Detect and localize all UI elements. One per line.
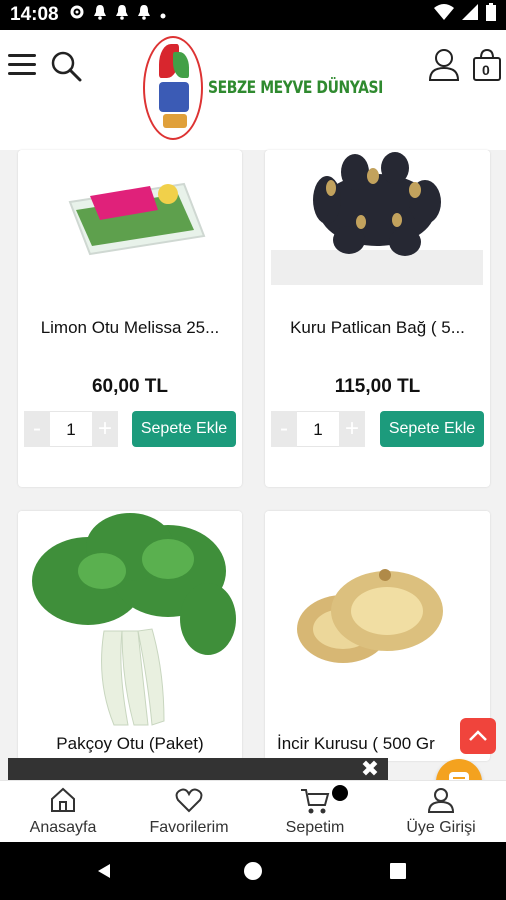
nav-item-favorites[interactable]: Favorilerim bbox=[126, 781, 252, 843]
user-icon[interactable] bbox=[428, 48, 460, 82]
product-image[interactable] bbox=[18, 511, 242, 726]
brand-name: SEBZE MEYVE DÜNYASI bbox=[208, 78, 383, 98]
product-image[interactable] bbox=[18, 150, 242, 285]
dot-icon bbox=[159, 4, 167, 26]
nav-label: Üye Girişi bbox=[406, 819, 476, 836]
quantity-value[interactable]: 1 bbox=[50, 411, 92, 447]
nav-item-home[interactable]: Anasayfa bbox=[0, 781, 126, 843]
nav-label: Anasayfa bbox=[29, 819, 97, 836]
app-header: SEBZE MEYVE DÜNYASI 0 bbox=[0, 30, 506, 150]
search-icon[interactable] bbox=[50, 50, 82, 82]
quantity-stepper: - 1 + bbox=[24, 411, 118, 447]
product-card[interactable]: İncir Kurusu ( 500 Gr bbox=[265, 511, 490, 761]
decrease-qty-button[interactable]: - bbox=[271, 411, 297, 447]
cart-count-badge: 0 bbox=[482, 62, 490, 78]
nav-label: Sepetim bbox=[285, 819, 345, 836]
banner-close-button[interactable]: ✖ bbox=[358, 758, 382, 780]
decrease-qty-button[interactable]: - bbox=[24, 411, 50, 447]
cookie-banner bbox=[8, 758, 388, 780]
product-image[interactable] bbox=[265, 150, 490, 285]
nav-label: Favorilerim bbox=[149, 819, 229, 836]
product-card[interactable]: Limon Otu Melissa 25... 60,00 TL - 1 + S… bbox=[18, 150, 242, 487]
quantity-value[interactable]: 1 bbox=[297, 411, 339, 447]
increase-qty-button[interactable]: + bbox=[92, 411, 118, 447]
product-image[interactable] bbox=[265, 511, 490, 716]
back-icon[interactable] bbox=[98, 864, 110, 878]
quantity-stepper: - 1 + bbox=[271, 411, 365, 447]
product-card[interactable]: Kuru Patlican Bağ ( 5... 115,00 TL - 1 +… bbox=[265, 150, 490, 487]
add-to-cart-button[interactable]: Sepete Ekle bbox=[380, 411, 484, 447]
heart-icon bbox=[175, 788, 203, 813]
product-name[interactable]: Limon Otu Melissa 25... bbox=[24, 318, 236, 338]
add-to-cart-button[interactable]: Sepete Ekle bbox=[132, 411, 236, 447]
status-bar: 14:08 bbox=[0, 0, 506, 30]
nav-item-cart[interactable]: Sepetim bbox=[252, 781, 378, 843]
android-navigation-bar bbox=[0, 842, 506, 900]
product-card[interactable]: Pakçoy Otu (Paket) bbox=[18, 511, 242, 761]
cart-indicator-dot bbox=[332, 785, 348, 801]
status-time: 14:08 bbox=[10, 4, 59, 25]
system-icons bbox=[434, 3, 496, 27]
brand-logo[interactable] bbox=[143, 36, 203, 140]
battery-icon bbox=[486, 3, 496, 27]
chevron-up-icon bbox=[469, 730, 487, 741]
hamburger-menu-icon[interactable] bbox=[8, 54, 36, 78]
scroll-to-top-button[interactable] bbox=[460, 718, 496, 754]
wifi-icon bbox=[434, 4, 454, 26]
signal-icon bbox=[462, 4, 478, 26]
product-price: 60,00 TL bbox=[91, 376, 169, 397]
product-name[interactable]: Kuru Patlican Bağ ( 5... bbox=[271, 318, 484, 338]
bell-icon bbox=[93, 4, 107, 26]
bell-icon bbox=[137, 4, 151, 26]
recents-icon[interactable] bbox=[390, 863, 406, 879]
cart-icon bbox=[301, 789, 330, 814]
settings-icon bbox=[69, 4, 85, 26]
increase-qty-button[interactable]: + bbox=[339, 411, 365, 447]
home-nav-icon[interactable] bbox=[244, 862, 262, 880]
product-price: 115,00 TL bbox=[334, 376, 421, 397]
home-icon bbox=[51, 787, 75, 812]
user-icon bbox=[427, 788, 455, 813]
nav-item-login[interactable]: Üye Girişi bbox=[378, 781, 504, 843]
product-name[interactable]: Pakçoy Otu (Paket) bbox=[24, 734, 236, 754]
product-name[interactable]: İncir Kurusu ( 500 Gr bbox=[277, 734, 484, 754]
notification-icons bbox=[69, 4, 167, 26]
bell-icon bbox=[115, 4, 129, 26]
bottom-navigation: Anasayfa Favorilerim Sepetim Üye Girişi bbox=[0, 780, 506, 842]
